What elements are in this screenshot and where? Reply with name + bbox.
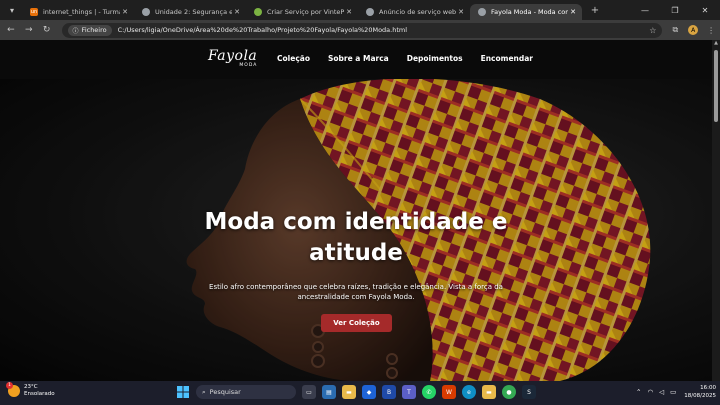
teams-icon[interactable]: T [402, 385, 416, 399]
office-icon[interactable]: W [442, 385, 456, 399]
sun-icon: 1 [6, 382, 20, 397]
folder-icon[interactable]: ▬ [482, 385, 496, 399]
edge-icon[interactable]: e [462, 385, 476, 399]
extensions-icon[interactable]: ⧉ [666, 21, 684, 39]
logo-subtitle: MODA [239, 63, 258, 68]
weather-temp: 23°C [24, 384, 38, 390]
profile-avatar[interactable]: A [684, 21, 702, 39]
address-toolbar: ← → ↻ ⓘ Ficheiro C:/Users/ligia/OneDrive… [0, 20, 720, 40]
nav-link-colecao[interactable]: Coleção [277, 54, 310, 63]
main-nav: Coleção Sobre a Marca Depoimentos Encome… [277, 54, 551, 63]
tray-chevron-icon[interactable]: ⌃ [636, 388, 641, 396]
nav-link-sobre[interactable]: Sobre a Marca [328, 54, 389, 63]
tab-title: internet_things | - Turma AGO/2 [43, 8, 120, 16]
minimize-icon[interactable]: — [630, 0, 660, 20]
new-tab-button[interactable]: + [588, 5, 602, 16]
reload-icon[interactable]: ↻ [38, 21, 56, 39]
url-bar[interactable]: ⓘ Ficheiro C:/Users/ligia/OneDrive/Área%… [61, 22, 663, 38]
menu-kebab-icon[interactable]: ⋮ [702, 21, 720, 39]
taskbar-clock[interactable]: 16:00 18/08/2025 [684, 384, 716, 400]
profile-initial: A [688, 25, 699, 35]
tab-close-icon[interactable]: ✕ [568, 8, 578, 16]
tab-close-icon[interactable]: ✕ [344, 8, 354, 16]
search-placeholder: Pesquisar [209, 388, 241, 396]
windows-start-icon[interactable] [176, 385, 190, 399]
page-viewport: Fayola MODA Coleção Sobre a Marca Depoim… [0, 40, 712, 381]
hero-section: Moda com identidade e atitude Estilo afr… [0, 79, 712, 381]
nav-link-encomendar[interactable]: Encomendar [481, 54, 533, 63]
page-scrollbar[interactable]: ▲ [712, 40, 720, 381]
tab-internet-things[interactable]: un internet_things | - Turma AGO/2 ✕ [22, 4, 134, 20]
tab-vintepila[interactable]: Criar Serviço por VintePila ✕ [246, 4, 358, 20]
globe-favicon-icon [142, 8, 150, 16]
weather-widget[interactable]: 1 23°C Ensolarado [6, 382, 55, 398]
tab-title: Anúncio de serviço web [379, 8, 456, 16]
site-header: Fayola MODA Coleção Sobre a Marca Depoim… [0, 40, 712, 79]
file-chip-label: Ficheiro [81, 26, 107, 34]
bing-icon[interactable]: B [382, 385, 396, 399]
system-tray: ⌃ ◠ ◁ ▭ 16:00 18/08/2025 [630, 384, 716, 400]
taskbar-apps: ⌕ Pesquisar ▭ ▤ ▬ ◆ B T ✆ W e ▬ ● S [176, 385, 542, 399]
hero-title: Moda com identidade e atitude [204, 209, 508, 266]
globe-favicon-icon [366, 8, 374, 16]
tab-close-icon[interactable]: ✕ [232, 8, 242, 16]
dropbox-icon[interactable]: ◆ [362, 385, 376, 399]
back-arrow-icon[interactable]: ← [2, 21, 20, 39]
moodle-favicon-icon: un [30, 8, 38, 16]
restore-icon[interactable]: ❐ [660, 0, 690, 20]
globe-favicon-icon [478, 8, 486, 16]
forward-arrow-icon[interactable]: → [20, 21, 38, 39]
wifi-icon[interactable]: ◠ [647, 388, 653, 396]
windows-taskbar: 1 23°C Ensolarado ⌕ Pesquisar ▭ ▤ ▬ ◆ B … [0, 381, 720, 405]
bookmark-star-icon[interactable]: ☆ [649, 26, 656, 35]
scroll-up-arrow-icon[interactable]: ▲ [712, 40, 720, 48]
widgets-icon[interactable]: ▤ [322, 385, 336, 399]
vintepila-favicon-icon [254, 8, 262, 16]
tab-close-icon[interactable]: ✕ [456, 8, 466, 16]
hero-subtitle: Estilo afro contemporâneo que celebra ra… [209, 283, 503, 301]
window-controls: — ❐ ✕ [630, 0, 720, 20]
tab-close-icon[interactable]: ✕ [120, 8, 130, 16]
scrollbar-thumb[interactable] [714, 50, 718, 122]
clock-time: 16:00 [700, 385, 716, 391]
tab-title: Criar Serviço por VintePila [267, 8, 344, 16]
close-window-icon[interactable]: ✕ [690, 0, 720, 20]
tab-unidade-2[interactable]: Unidade 2: Segurança e Privaci ✕ [134, 4, 246, 20]
tab-title: Fayola Moda - Moda com ident [491, 8, 568, 16]
task-view-icon[interactable]: ▭ [302, 385, 316, 399]
browser-tab-bar: ▾ un internet_things | - Turma AGO/2 ✕ U… [0, 0, 720, 20]
steam-icon[interactable]: S [522, 385, 536, 399]
ver-colecao-button[interactable]: Ver Coleção [321, 314, 392, 332]
file-chip[interactable]: ⓘ Ficheiro [67, 24, 112, 36]
notification-badge: 1 [6, 382, 13, 389]
battery-icon[interactable]: ▭ [670, 388, 676, 396]
weather-desc: Ensolarado [24, 391, 55, 397]
tab-search-menu-icon[interactable]: ▾ [4, 2, 20, 18]
chrome-icon[interactable]: ● [502, 385, 516, 399]
nav-link-depoimentos[interactable]: Depoimentos [407, 54, 463, 63]
speaker-icon[interactable]: ◁ [659, 388, 664, 396]
url-text[interactable]: C:/Users/ligia/OneDrive/Área%20de%20Trab… [118, 26, 407, 34]
taskbar-search[interactable]: ⌕ Pesquisar [196, 385, 296, 399]
whatsapp-app-icon[interactable]: ✆ [422, 385, 436, 399]
logo-wordmark: Fayola [208, 48, 258, 64]
file-explorer-icon[interactable]: ▬ [342, 385, 356, 399]
search-icon: ⌕ [202, 387, 206, 396]
tab-fayola-moda[interactable]: Fayola Moda - Moda com ident ✕ [470, 4, 582, 20]
tab-anuncio[interactable]: Anúncio de serviço web ✕ [358, 4, 470, 20]
clock-date: 18/08/2025 [684, 393, 716, 399]
tab-title: Unidade 2: Segurança e Privaci [155, 8, 232, 16]
fayola-logo[interactable]: Fayola MODA [208, 48, 258, 68]
info-icon: ⓘ [72, 27, 79, 35]
